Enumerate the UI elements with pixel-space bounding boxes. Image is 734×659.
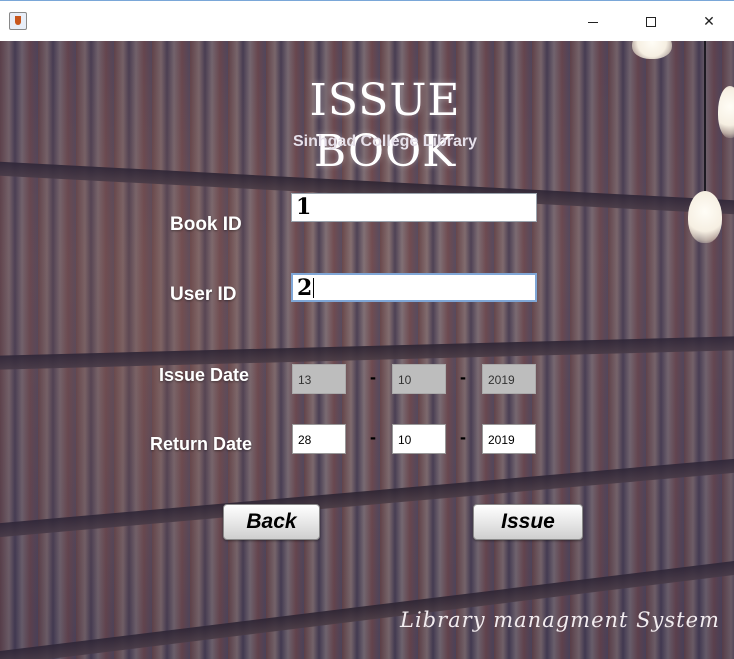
return-day-field[interactable]: 28 [292,424,346,454]
close-button[interactable]: ✕ [686,9,732,35]
book-id-label: Book ID [170,214,242,235]
lamp-wire [704,41,706,191]
issue-year-field: 2019 [482,364,536,394]
java-app-icon [9,12,27,30]
maximize-button[interactable] [628,9,674,35]
light-bulb-image [688,191,722,243]
date-separator: - [460,367,466,387]
book-id-field[interactable]: 1 [291,193,537,222]
issue-button[interactable]: Issue [473,504,583,540]
page-title: ISSUE BOOK [309,75,461,177]
minimize-icon [588,21,598,23]
return-month-field[interactable]: 10 [392,424,446,454]
issue-day-field: 13 [292,364,346,394]
close-icon: ✕ [703,14,715,30]
book-id-value: 1 [296,194,312,220]
date-separator: - [370,367,376,387]
footer-caption: Library managment System [400,608,720,632]
library-subtitle: Sinhgad College Library [292,133,478,150]
user-id-field[interactable]: 2 [291,273,537,302]
light-bulb-image [718,86,734,138]
issue-month-field: 10 [392,364,446,394]
return-year-field[interactable]: 2019 [482,424,536,454]
user-id-label: User ID [170,284,237,305]
window-title-bar: ✕ [0,0,734,41]
date-separator: - [460,427,466,447]
return-date-label: Return Date [150,434,253,454]
issue-date-label: Issue Date [159,365,250,385]
user-id-value: 2 [297,275,313,301]
text-caret [313,278,315,298]
issue-book-panel: ISSUE BOOK Sinhgad College Library Book … [0,41,734,659]
minimize-button[interactable] [570,9,616,35]
date-separator: - [370,427,376,447]
maximize-icon [646,17,656,27]
back-button[interactable]: Back [223,504,320,540]
